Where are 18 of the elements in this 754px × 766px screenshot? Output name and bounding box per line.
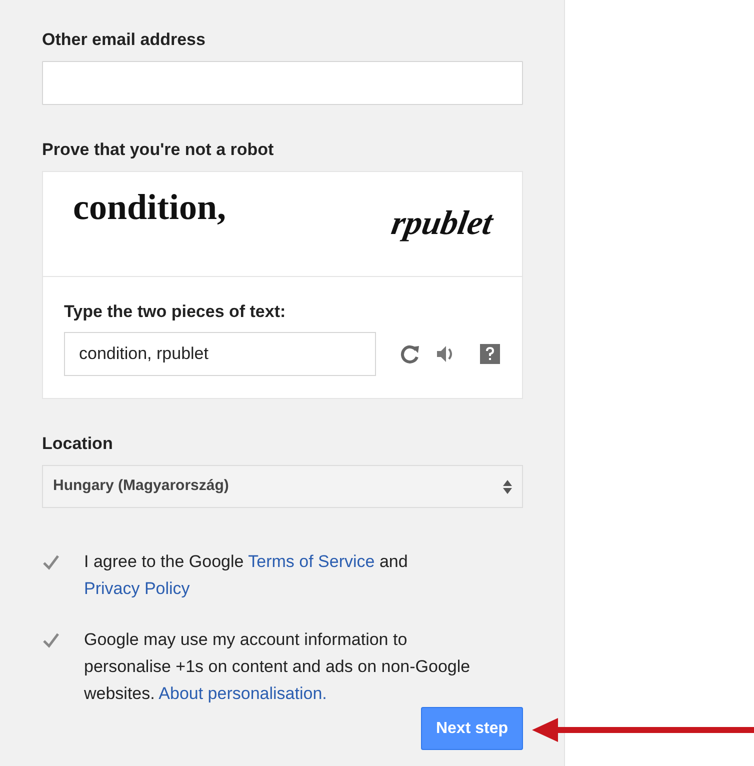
link[interactable]: Terms of Service bbox=[248, 552, 375, 571]
link[interactable]: Privacy Policy bbox=[84, 579, 190, 598]
sort-arrows-icon bbox=[503, 480, 512, 494]
field-label: Other email address bbox=[42, 29, 206, 51]
captcha-word: rpublet bbox=[388, 204, 496, 244]
captcha-prompt: Type the two pieces of text: bbox=[64, 300, 286, 322]
help-icon[interactable] bbox=[480, 344, 500, 364]
captcha-field[interactable]: condition, rpublet bbox=[64, 332, 376, 376]
link[interactable]: About personalisation. bbox=[158, 684, 327, 703]
agreement-text: I agree to the Google Terms of Service and Privacy Policy bbox=[84, 551, 409, 600]
refresh-icon[interactable] bbox=[400, 344, 420, 364]
email-field[interactable] bbox=[42, 60, 523, 104]
captcha-word: condition, bbox=[73, 186, 226, 228]
field-label: Prove that you're not a robot bbox=[42, 138, 274, 160]
next-step-button[interactable]: Next step bbox=[420, 707, 523, 750]
agreement-text: Google may use my account information to personalise +1s on content and ads on non-Google websites. About personalisation. bbox=[84, 629, 472, 705]
location-select[interactable]: Hungary (Magyarország) bbox=[42, 465, 523, 508]
field-label: Location bbox=[42, 433, 113, 455]
